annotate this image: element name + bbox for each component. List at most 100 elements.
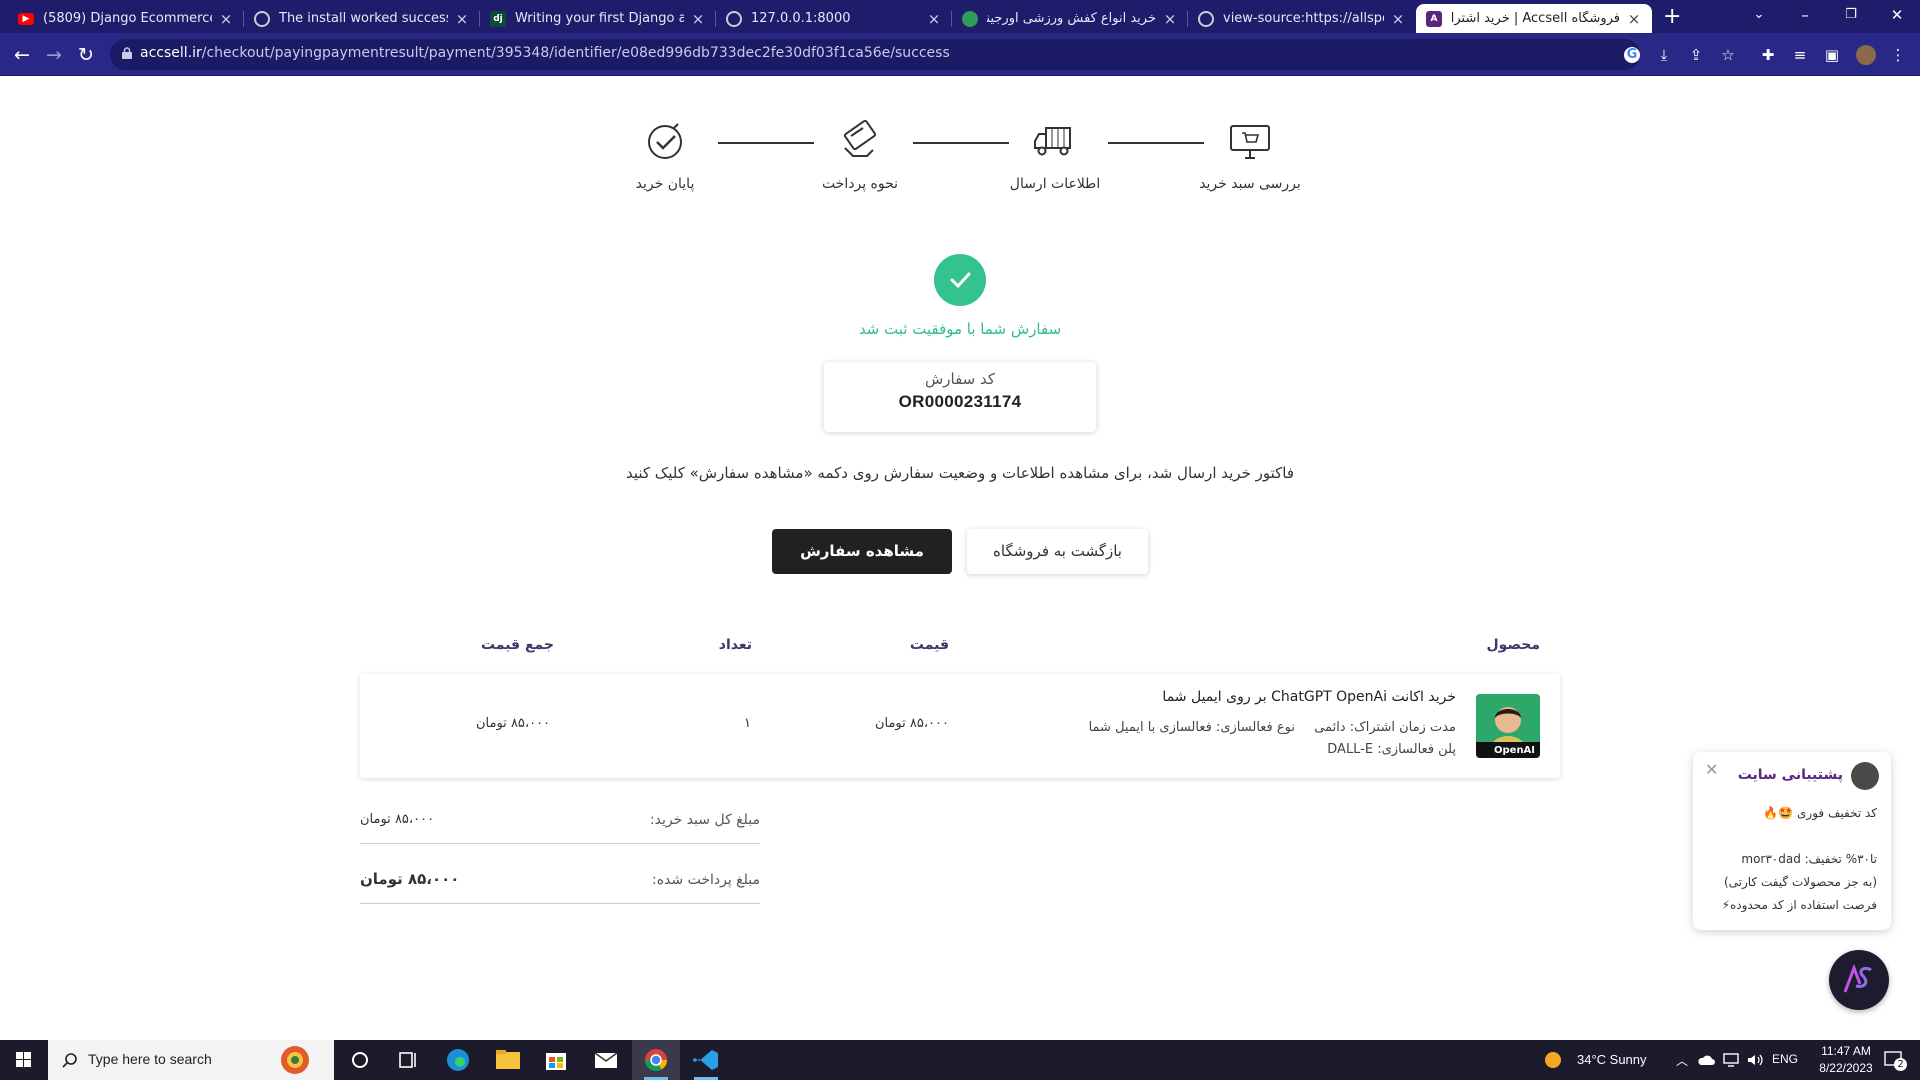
close-icon[interactable]: × [454, 10, 470, 28]
cortana-icon[interactable] [336, 1040, 384, 1080]
browser-tab[interactable]: dj Writing your first Django app, p × [480, 4, 716, 33]
notification-center-icon[interactable]: 2 [1882, 1048, 1907, 1072]
product-title[interactable]: خرید اکانت ChatGPT OpenAi بر روی ایمیل ش… [1162, 689, 1456, 705]
back-to-shop-button[interactable]: بازگشت به فروشگاه [967, 529, 1148, 574]
order-item-row: OpenAI خرید اکانت ChatGPT OpenAi بر روی … [360, 674, 1560, 778]
profile-avatar[interactable] [1856, 45, 1876, 65]
step-shipping-info[interactable]: اطلاعات ارسال [985, 118, 1125, 192]
step-label: بررسی سبد خرید [1199, 176, 1301, 192]
new-tab-button[interactable]: + [1663, 4, 1681, 30]
close-icon[interactable]: × [926, 10, 942, 28]
close-icon[interactable]: × [218, 10, 234, 28]
step-payment-method[interactable]: نحوه پرداخت [790, 118, 930, 192]
monitor-cart-icon [1230, 125, 1270, 159]
clock-time: 11:47 AM [1821, 1044, 1871, 1058]
tab-title: view-source:https://allsport.ir/7 [1223, 11, 1384, 26]
product-image[interactable]: OpenAI [1476, 694, 1540, 758]
taskbar-clock[interactable]: 11:47 AM 8/22/2023 [1810, 1043, 1882, 1077]
restore-button[interactable]: ❐ [1828, 2, 1874, 28]
django-icon: dj [490, 10, 506, 27]
close-icon[interactable]: × [1390, 10, 1406, 28]
task-view-icon[interactable] [384, 1040, 432, 1080]
close-icon[interactable]: ✕ [1705, 760, 1718, 779]
delivery-truck-icon [1034, 127, 1071, 156]
vscode-icon[interactable] [682, 1040, 730, 1080]
weather-sun-icon [1545, 1052, 1561, 1068]
success-message: سفارش شما با موفقیت ثبت شد [858, 320, 1062, 338]
install-app-icon[interactable]: ⤓ [1654, 45, 1674, 65]
more-menu-icon[interactable]: ⋮ [1888, 45, 1908, 65]
extensions-icon[interactable]: ✚ [1758, 45, 1778, 65]
paid-amount-value: ۸۵،۰۰۰ تومان [360, 870, 460, 888]
row-total: ۸۵،۰۰۰ تومان [476, 716, 551, 731]
close-icon[interactable]: × [1162, 10, 1178, 28]
tab-title: Writing your first Django app, p [515, 11, 684, 26]
paid-amount-label: مبلغ پرداخت شده: [652, 872, 760, 888]
support-line: فرصت استفاده از کد محدوده⚡ [1721, 898, 1877, 912]
support-line: کد تخفیف فوری 🤩🔥 [1763, 806, 1877, 820]
browser-tab[interactable]: 127.0.0.1:8000 × [716, 4, 952, 33]
forward-button[interactable]: → [40, 41, 68, 69]
row-quantity: ۱ [744, 716, 751, 731]
view-order-button[interactable]: مشاهده سفارش [772, 529, 952, 574]
product-attr-duration: مدت زمان اشتراک: دائمی [1314, 720, 1456, 735]
mail-icon[interactable] [582, 1040, 630, 1080]
cart-total-label: مبلغ کل سبد خرید: [649, 812, 760, 828]
tray-overflow-icon[interactable]: ︿ [1676, 1052, 1688, 1069]
success-check-icon [934, 254, 986, 306]
support-line: (به جز محصولات گیفت کارتی) [1723, 875, 1877, 889]
globe-icon [1198, 10, 1214, 27]
tab-title: خرید انواع کفش ورزشی اورجینال با [987, 11, 1156, 26]
media-icon[interactable]: ≡ [1790, 45, 1810, 65]
onedrive-cloud-icon[interactable] [1697, 1053, 1715, 1067]
reload-button[interactable]: ↻ [72, 41, 100, 69]
language-indicator[interactable]: ENG [1772, 1052, 1798, 1066]
close-window-button[interactable]: ✕ [1874, 2, 1920, 28]
chat-launcher-button[interactable] [1829, 950, 1889, 1010]
payment-card-icon [843, 119, 877, 157]
step-cart-review[interactable]: بررسی سبد خرید [1180, 118, 1320, 192]
chat-logo-icon [1843, 963, 1872, 993]
browser-tab[interactable]: The install worked successfully! × [244, 4, 480, 33]
column-header-quantity: تعداد [718, 637, 752, 653]
edge-browser-icon[interactable] [434, 1040, 482, 1080]
google-icon[interactable]: G [1624, 47, 1640, 63]
browser-tab[interactable]: view-source:https://allsport.ir/7 × [1188, 4, 1416, 33]
store-icon[interactable] [532, 1040, 580, 1080]
windows-logo-icon [16, 1052, 31, 1067]
tab-title: The install worked successfully! [279, 11, 448, 26]
bookmark-star-icon[interactable]: ☆ [1718, 45, 1738, 65]
clock-date: 8/22/2023 [1819, 1061, 1873, 1075]
support-line: تا۳۰% تخفیف: mor۳۰dad [1741, 852, 1877, 866]
support-title: پشتیبانی سایت [1737, 767, 1843, 783]
browser-tab-active[interactable]: A فروشگاه Accsell | خرید اشتراک تح × [1416, 4, 1652, 33]
chrome-icon[interactable] [632, 1040, 680, 1080]
order-code-value: OR0000231174 [898, 392, 1022, 411]
close-icon[interactable]: × [690, 10, 706, 28]
browser-tab[interactable]: ▶ (5809) Django Ecommerce Web × [8, 4, 244, 33]
file-explorer-icon[interactable] [484, 1040, 532, 1080]
cart-total-value: ۸۵،۰۰۰ تومان [360, 812, 435, 827]
step-label: نحوه پرداخت [821, 176, 899, 192]
accsell-icon: A [1426, 10, 1442, 27]
checkout-steps: بررسی سبد خرید اطلاعات ارسال نحوه پرداخت… [620, 118, 1320, 198]
browser-tab[interactable]: خرید انواع کفش ورزشی اورجینال با × [952, 4, 1188, 33]
start-button[interactable] [0, 1040, 48, 1080]
address-bar[interactable]: accsell.ir/checkout/payingpaymentresult/… [110, 39, 1640, 70]
order-code-box: کد سفارش OR0000231174 [824, 362, 1096, 432]
back-button[interactable]: ← [8, 41, 36, 69]
weather-text[interactable]: 34°C Sunny [1577, 1052, 1647, 1067]
search-highlight-icon [281, 1046, 309, 1074]
close-icon[interactable]: × [1626, 10, 1642, 28]
step-finish[interactable]: پایان خرید [595, 118, 735, 192]
network-icon[interactable] [1722, 1052, 1740, 1068]
minimize-button[interactable]: – [1782, 2, 1828, 28]
side-panel-icon[interactable]: ▣ [1822, 45, 1842, 65]
volume-icon[interactable] [1746, 1052, 1764, 1068]
tab-title: 127.0.0.1:8000 [751, 11, 851, 26]
lock-icon [122, 47, 132, 59]
taskbar-search[interactable]: Type here to search [48, 1040, 334, 1080]
tab-search-icon[interactable]: ⌄ [1736, 2, 1782, 28]
share-icon[interactable]: ⇪ [1686, 45, 1706, 65]
support-avatar [1851, 762, 1879, 790]
